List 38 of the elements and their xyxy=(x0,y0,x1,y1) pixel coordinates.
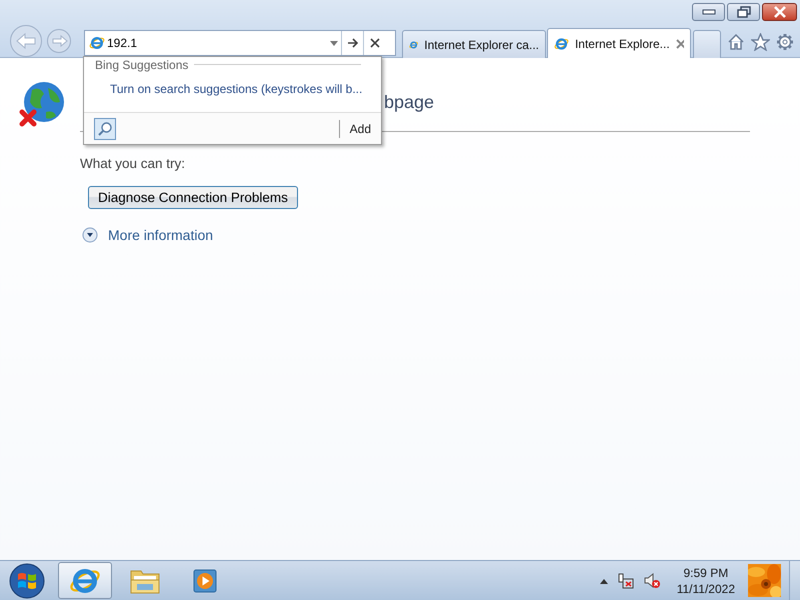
address-input[interactable]: 192.1 xyxy=(105,36,327,50)
caret-icon xyxy=(330,40,338,46)
browser-tab[interactable]: Internet Explore... xyxy=(547,28,691,58)
close-button[interactable] xyxy=(762,3,797,21)
suggestions-header: Bing Suggestions xyxy=(95,58,188,72)
add-button[interactable]: Add xyxy=(338,120,371,138)
browser-logo-icon xyxy=(89,35,105,51)
minimize-icon xyxy=(702,9,716,15)
suggestion-prompt: What you can try: xyxy=(80,156,186,171)
restore-button[interactable] xyxy=(727,3,760,21)
show-hidden-icons-button[interactable] xyxy=(598,576,609,584)
start-button[interactable] xyxy=(8,562,46,600)
clock-time: 9:59 PM xyxy=(684,564,728,580)
error-heading: bpage xyxy=(384,92,434,113)
clock-date: 11/11/2022 xyxy=(676,580,735,596)
suggestion-link[interactable]: Turn on search suggestions (keystrokes will b... xyxy=(110,82,362,96)
stop-icon xyxy=(370,38,380,48)
settings-icon[interactable] xyxy=(776,33,794,51)
search-icon xyxy=(97,120,113,136)
browser-tab[interactable]: Internet Explorer ca... xyxy=(402,30,546,58)
media-player-icon xyxy=(191,566,219,594)
expand-chevron-icon[interactable] xyxy=(82,227,98,243)
more-information-link[interactable]: More information xyxy=(108,227,214,243)
new-tab-button[interactable] xyxy=(693,30,721,58)
forward-button[interactable] xyxy=(46,26,74,54)
close-tab-icon[interactable] xyxy=(676,38,684,48)
home-icon[interactable] xyxy=(727,33,745,51)
close-icon xyxy=(772,6,786,18)
speaker-muted-icon[interactable] xyxy=(642,572,661,590)
minimize-button[interactable] xyxy=(692,3,725,21)
taskbar-button[interactable] xyxy=(58,562,112,599)
network-disconnected-icon[interactable] xyxy=(616,572,635,590)
address-bar[interactable]: 192.1 xyxy=(84,30,396,56)
favorites-star-icon[interactable] xyxy=(751,33,770,51)
arrow-icon xyxy=(346,38,358,48)
restore-icon xyxy=(736,6,750,18)
diagnose-button[interactable]: Diagnose Connection Problems xyxy=(88,186,298,209)
search-button[interactable] xyxy=(94,118,116,140)
